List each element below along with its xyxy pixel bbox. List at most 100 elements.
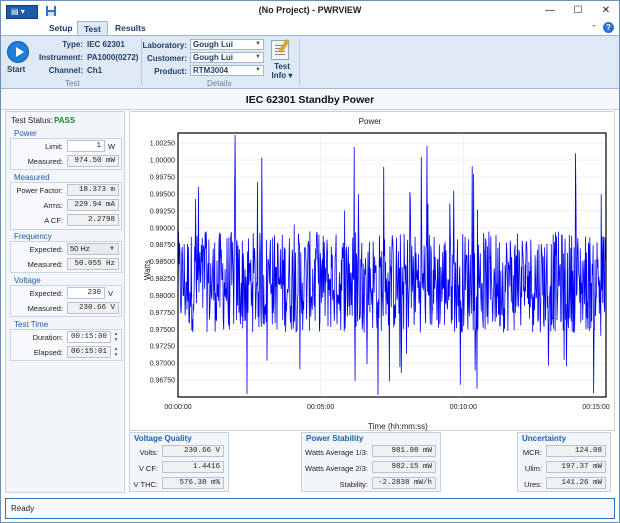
laboratory-combo[interactable]: Gough Lui ▼: [190, 39, 264, 50]
power-measured-value: 974.50 mW: [67, 155, 119, 167]
close-button[interactable]: ✕: [592, 3, 620, 19]
chart-x-tick-label: 00:00:00: [164, 404, 191, 411]
chart-y-tick-label: 0.97750: [150, 310, 175, 317]
elapsed-spinner: ▲ ▼: [112, 346, 120, 358]
ulim-value: 197.37 mW: [546, 461, 606, 473]
power-factor-label: Power Factor:: [16, 186, 63, 195]
power-factor-value: 18.373 m: [67, 184, 119, 196]
chart-y-tick-label: 0.98250: [150, 276, 175, 283]
chart-x-tick-label: 00:15:00: [582, 404, 609, 411]
chart-y-ticks: 0.96750 0.97000 0.97250 0.97500 0.97750 0.980…: [150, 141, 175, 385]
chart-y-tick-label: 0.99250: [150, 208, 175, 215]
voltage-quality-group: Voltage Quality Volts: 230.66 V V CF: 1.…: [129, 432, 229, 492]
chart-x-ticks: 00:00:00 00:05:00 00:10:00 00:15:00: [164, 404, 609, 411]
left-panel: Test Status: PASS Power Limit: 1 W Measu…: [5, 111, 125, 493]
chart-y-tick-label: 1.00250: [150, 141, 175, 148]
customer-label: Customer:: [146, 54, 187, 63]
power-stability-group: Power Stability Watts Average 1/3: 981.9…: [301, 432, 441, 492]
ribbon: Start Type: IEC 62301 Instrument: PA1000…: [1, 35, 619, 89]
title-bar: ▤ ▾ (No Project) - PWRVIEW — ☐ ✕: [1, 1, 619, 21]
watts-average-2-3-label: Watts Average 2/3:: [305, 464, 368, 473]
tab-results[interactable]: Results: [109, 21, 152, 35]
minimize-button[interactable]: —: [536, 3, 564, 19]
chart-x-tick-label: 00:05:00: [307, 404, 334, 411]
chevron-down-icon: ▼: [255, 41, 261, 47]
power-series-line: [177, 134, 607, 396]
uncertainty-group: Uncertainty MCR: 124.08 Ulim: 197.37 mW …: [517, 432, 611, 492]
frequency-measured-value: 50.055 Hz: [67, 258, 119, 270]
test-status-value: PASS: [54, 116, 76, 125]
ribbon-collapse-icon[interactable]: ⌃: [591, 24, 597, 32]
instrument-label: Instrument:: [39, 53, 83, 62]
chart-y-tick-label: 0.99500: [150, 191, 175, 198]
arms-label: Arms:: [43, 201, 63, 210]
chart-title: Power: [359, 117, 382, 126]
duration-label: Duration:: [32, 333, 63, 342]
spin-down-icon[interactable]: ▼: [112, 337, 120, 343]
status-bar: Ready: [5, 498, 615, 519]
uncertainty-head: Uncertainty: [522, 434, 567, 443]
chart-y-tick-label: 0.99750: [150, 175, 175, 182]
test-time-section: Duration: 00:15:00 ▲ ▼ Elapsed: 00:15:01 …: [10, 329, 122, 361]
channel-label: Channel:: [48, 66, 83, 75]
customer-combo[interactable]: Gough Lui ▼: [190, 52, 264, 63]
chart-y-tick-label: 0.97500: [150, 327, 175, 334]
volts-value: 230.66 V: [162, 445, 224, 457]
chart-y-tick-label: 0.97250: [150, 344, 175, 351]
vcf-label: V CF:: [138, 464, 158, 473]
chart-x-axis-label: Time (hh:mm:ss): [368, 422, 428, 431]
duration-input[interactable]: 00:15:00: [67, 331, 111, 343]
tab-setup[interactable]: Setup: [43, 21, 79, 35]
duration-spinner[interactable]: ▲ ▼: [112, 331, 120, 343]
power-limit-label: Limit:: [45, 142, 63, 151]
start-button-label[interactable]: Start: [7, 65, 25, 74]
product-value: RTM3004: [193, 66, 229, 75]
frequency-expected-value: 50 Hz: [70, 244, 90, 253]
window-title: (No Project) - PWRVIEW: [258, 5, 362, 15]
maximize-button[interactable]: ☐: [564, 3, 592, 19]
spin-down-icon: ▼: [113, 352, 119, 358]
vcf-value: 1.4416: [162, 461, 224, 473]
voltage-expected-label: Expected:: [29, 289, 63, 298]
page-title: IEC 62301 Standby Power: [1, 90, 619, 110]
measured-section: Power Factor: 18.373 m Arms: 229.94 mA A…: [10, 182, 122, 230]
chevron-down-icon: ▼: [255, 67, 261, 73]
tab-test[interactable]: Test: [77, 21, 108, 35]
ribbon-tabs: Setup Test Results ⌃ ?: [1, 21, 619, 35]
details-group-caption: Details: [207, 79, 232, 88]
elapsed-value: 00:15:01: [67, 346, 111, 358]
power-stability-head: Power Stability: [306, 434, 364, 443]
power-measured-label: Measured:: [27, 157, 63, 166]
vthc-value: 576.38 m%: [162, 477, 224, 489]
chart-y-tick-label: 0.96750: [150, 378, 175, 385]
frequency-measured-label: Measured:: [27, 260, 63, 269]
test-info-button-label[interactable]: Test Info ▾: [269, 62, 295, 80]
voltage-expected-input[interactable]: 230: [67, 287, 105, 299]
arms-value: 229.94 mA: [67, 199, 119, 211]
laboratory-label: Laboratory:: [142, 41, 187, 50]
product-combo[interactable]: RTM3004 ▼: [190, 65, 264, 76]
power-section-head: Power: [14, 129, 37, 138]
acf-value: 2.2798: [67, 214, 119, 226]
app-window: ▤ ▾ (No Project) - PWRVIEW — ☐ ✕ Setup T…: [0, 0, 620, 523]
power-chart: Power Watts Time (hh:mm:ss) 0.967500.970…: [143, 117, 610, 431]
type-value: IEC 62301: [87, 40, 125, 49]
ulim-label: Ulim:: [524, 464, 542, 473]
power-limit-input[interactable]: 1: [67, 140, 105, 152]
power-section: Limit: 1 W Measured: 974.50 mW: [10, 138, 122, 170]
voltage-measured-value: 230.66 V: [67, 302, 119, 314]
laboratory-value: Gough Lui: [193, 40, 233, 49]
help-button[interactable]: ?: [603, 22, 614, 33]
type-label: Type:: [62, 40, 83, 49]
frequency-expected-label: Expected:: [29, 245, 63, 254]
watts-average-1-3-label: Watts Average 1/3:: [305, 448, 368, 457]
start-icon[interactable]: [7, 41, 29, 63]
customer-value: Gough Lui: [193, 53, 233, 62]
chart-y-tick-label: 0.97000: [150, 361, 175, 368]
frequency-expected-select[interactable]: 50 Hz ▼: [67, 243, 119, 255]
chart-series: [177, 134, 607, 396]
chart-y-tick-label: 0.99000: [150, 225, 175, 232]
watts-average-1-3-value: 981.98 mW: [372, 445, 436, 457]
volts-label: Volts:: [139, 448, 158, 457]
stability-label: Stability:: [339, 480, 368, 489]
